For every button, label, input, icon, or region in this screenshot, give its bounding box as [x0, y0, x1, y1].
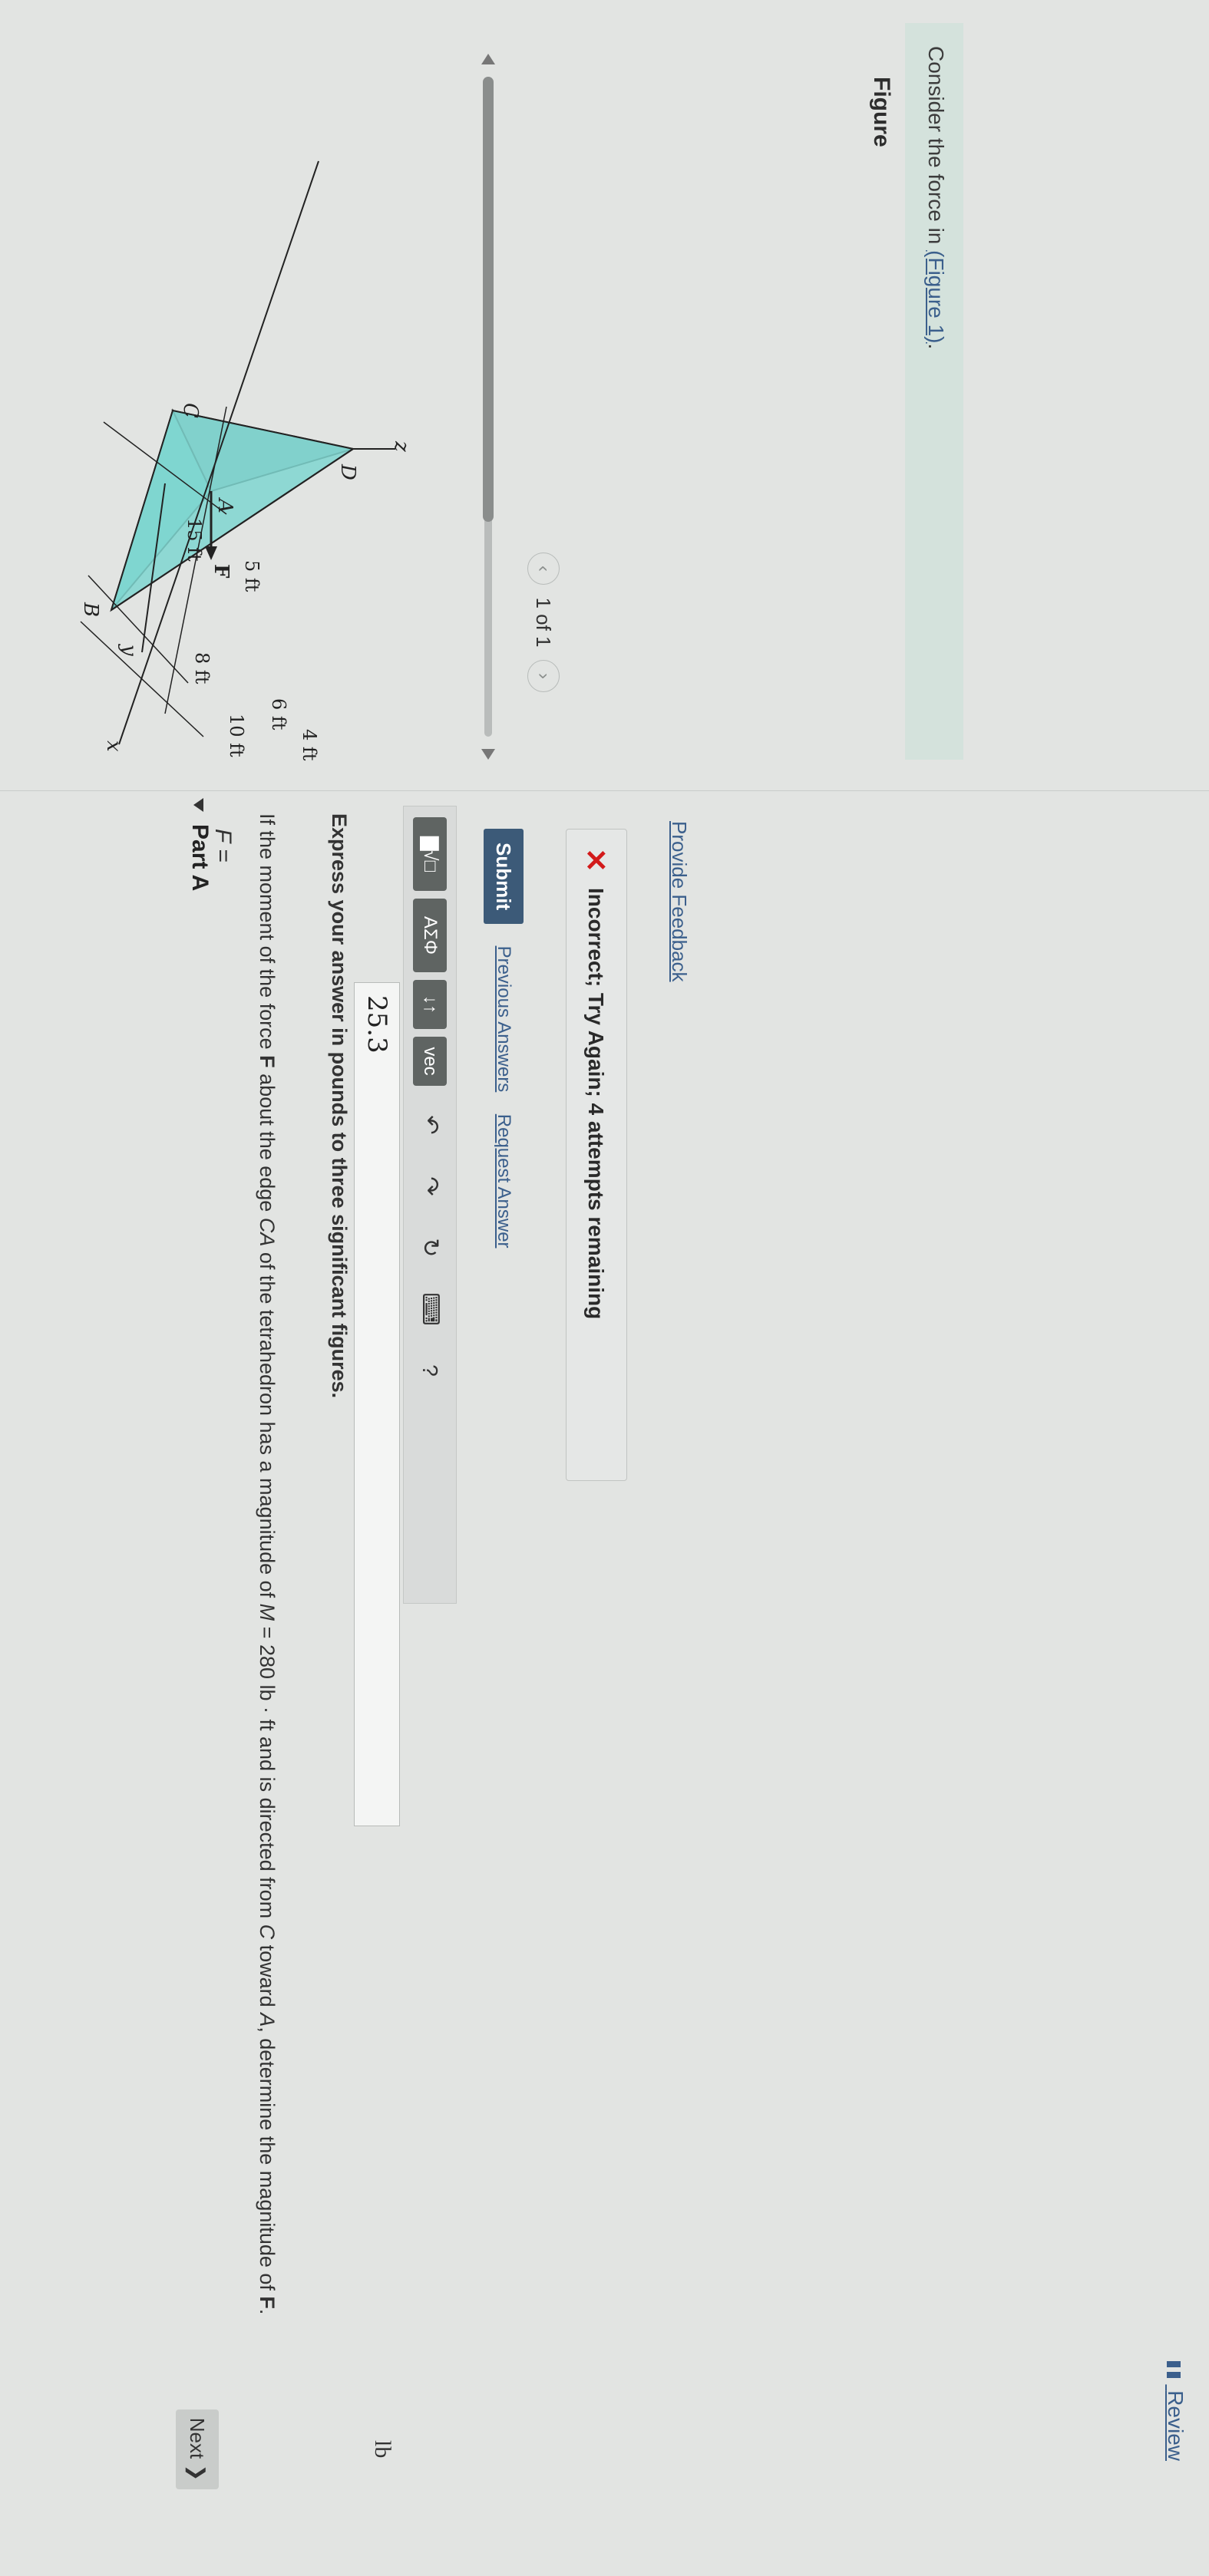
answer-unit: lb [370, 2440, 395, 2459]
consider-prefix: Consider the force in [924, 46, 948, 251]
previous-answers-link[interactable]: Previous Answers [493, 946, 514, 1093]
feedback-box: ✕ Incorrect; Try Again; 4 attempts remai… [566, 829, 627, 1481]
dim-5ft: 5 ft [241, 560, 263, 592]
submit-button[interactable]: Submit [484, 829, 524, 925]
figure-link[interactable]: (Figure 1) [924, 250, 948, 343]
consider-banner: Consider the force in (Figure 1). [905, 23, 963, 760]
left-panel: Consider the force in (Figure 1). Figure… [0, 23, 1209, 791]
greek-button[interactable]: ΑΣΦ [413, 899, 447, 972]
answer-toolbar-box: ▇√□ ΑΣΦ ↓↑ vec ↶ ↷ ↻ ⌨ ? [365, 806, 457, 1604]
instructions: Express your answer in pounds to three s… [328, 813, 351, 1399]
arrows-button[interactable]: ↓↑ [413, 980, 447, 1029]
keyboard-icon[interactable]: ⌨ [411, 1290, 448, 1328]
page: Review Consider the force in (Figure 1).… [0, 0, 1209, 2576]
provide-feedback-link[interactable]: Provide Feedback [667, 821, 691, 982]
label-a: A [213, 497, 236, 513]
force-arrowhead [205, 546, 217, 560]
answer-actions: Submit Previous Answers Request Answer [484, 829, 524, 1248]
help-button[interactable]: ? [411, 1351, 448, 1390]
label-y: y [117, 644, 140, 656]
vec-button[interactable]: vec [413, 1037, 447, 1086]
label-d: D [336, 463, 359, 480]
tetrahedron-figure: x y z A B C D F 8 ft 5 ft 15 ft 10 ft 6 … [79, 160, 413, 761]
question-panel: Part A If the moment of the force F abou… [0, 798, 1209, 2525]
label-f: F [210, 564, 233, 579]
caret-down-icon [193, 798, 204, 812]
label-z: z [390, 440, 413, 452]
reset-icon[interactable]: ↻ [411, 1229, 448, 1267]
feedback-message: Incorrect; Try Again; 4 attempts remaini… [584, 888, 608, 1320]
next-button[interactable]: Next ❯ [176, 2409, 219, 2489]
dim-10ft: 10 ft [226, 714, 247, 757]
undo-icon[interactable]: ↶ [411, 1106, 448, 1144]
math-toolbar: ▇√□ ΑΣΦ ↓↑ vec ↶ ↷ ↻ ⌨ ? [403, 806, 457, 1604]
dim-8ft: 8 ft [191, 652, 213, 684]
dim-6ft: 6 ft [268, 698, 289, 731]
redo-icon[interactable]: ↷ [411, 1167, 448, 1206]
label-c: C [179, 403, 202, 418]
consider-text: Consider the force in (Figure 1). [923, 46, 948, 349]
label-b: B [79, 602, 102, 617]
request-answer-link[interactable]: Request Answer [493, 1114, 514, 1248]
error-icon: ✕ [579, 848, 611, 872]
figure-heading: Figure [869, 77, 894, 147]
consider-suffix: . [924, 343, 948, 350]
template-button[interactable]: ▇√□ [413, 817, 447, 891]
part-header[interactable]: Part A [187, 798, 213, 891]
dim-15ft: 15 ft [183, 518, 205, 562]
dim-4ft: 4 ft [299, 729, 320, 761]
label-x: x [102, 740, 125, 752]
